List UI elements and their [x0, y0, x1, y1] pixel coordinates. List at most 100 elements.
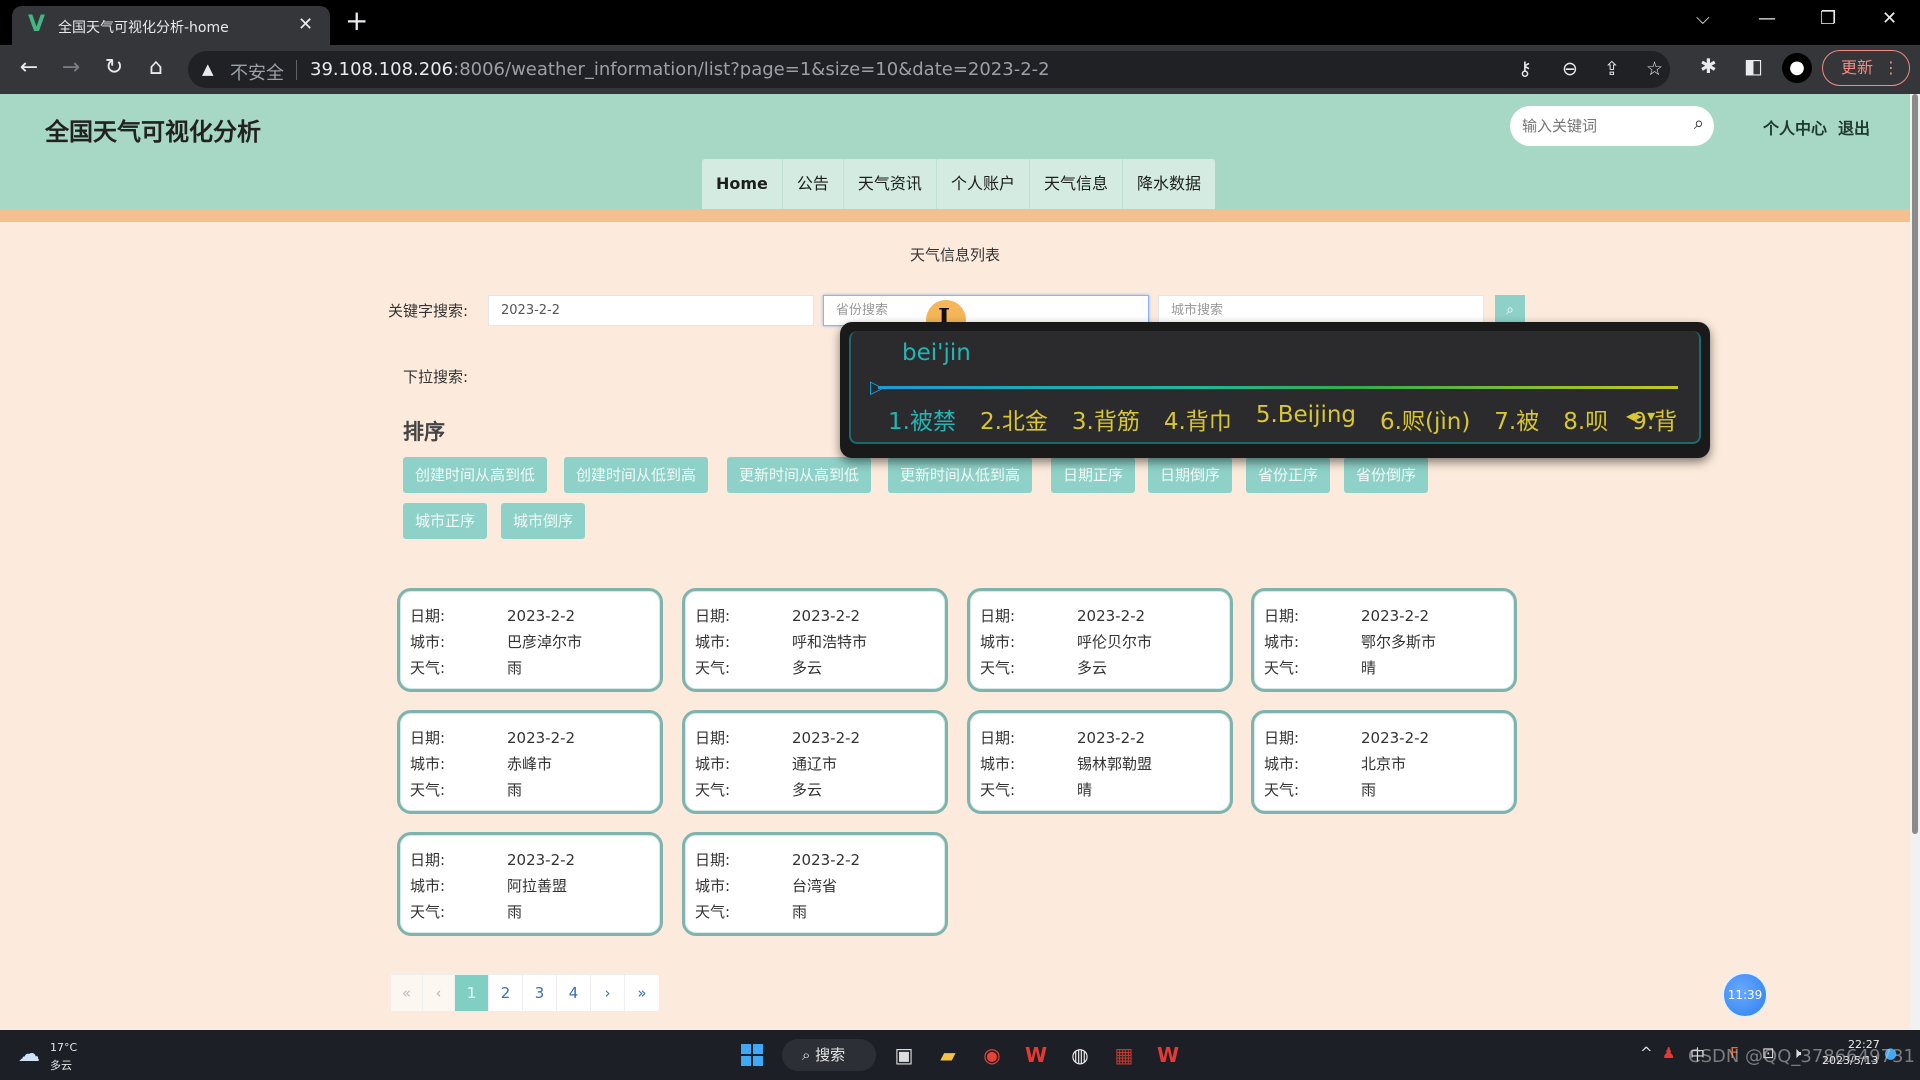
sidepanel-icon[interactable]: ◧	[1744, 54, 1763, 78]
security-label[interactable]: 不安全	[230, 59, 284, 85]
sort-city-desc[interactable]: 城市倒序	[501, 503, 586, 539]
app-icon[interactable]: ◍	[1066, 1041, 1094, 1069]
taskbar-search[interactable]: ⌕ 搜索	[782, 1039, 876, 1071]
logout-link[interactable]: 退出	[1838, 115, 1870, 139]
tab-search-icon[interactable]: ⌵	[1696, 8, 1710, 29]
next-page-button[interactable]: ›	[591, 975, 625, 1011]
first-page-button[interactable]: «	[391, 975, 423, 1011]
tray-overflow-icon[interactable]: ^	[1640, 1044, 1653, 1062]
browser-tab[interactable]: V 全国天气可视化分析-home ✕	[12, 6, 330, 45]
user-center-link[interactable]: 个人中心	[1763, 115, 1827, 139]
close-tab-icon[interactable]: ✕	[298, 14, 313, 35]
page-1-button[interactable]: 1	[455, 975, 489, 1011]
close-window-button[interactable]: ✕	[1882, 8, 1897, 29]
weather-card[interactable]: 日期: 2023-2-2 城市: 台湾省 天气: 雨	[682, 832, 948, 936]
sort-date-asc[interactable]: 日期正序	[1051, 457, 1136, 493]
card-date-value: 2023-2-2	[507, 851, 576, 869]
sort-date-desc[interactable]: 日期倒序	[1148, 457, 1233, 493]
nav-weather-info[interactable]: 天气信息	[1030, 159, 1123, 209]
ime-candidate[interactable]: 6.赆(jìn)	[1380, 402, 1470, 436]
card-weather-row: 天气: 多云	[695, 657, 822, 678]
minimize-button[interactable]: —	[1758, 8, 1776, 29]
sort-updated-asc[interactable]: 更新时间从低到高	[888, 457, 1033, 493]
nav-precipitation[interactable]: 降水数据	[1123, 159, 1215, 209]
ime-candidate[interactable]: 5.Beijing	[1256, 402, 1356, 436]
card-city-row: 城市: 巴彦淖尔市	[410, 631, 582, 652]
qq-tray-icon[interactable]: ♟	[1662, 1044, 1675, 1062]
weather-description[interactable]: 多云	[50, 1057, 72, 1073]
extensions-icon[interactable]: ✱	[1700, 54, 1717, 78]
task-view-icon[interactable]: ▣	[890, 1041, 918, 1069]
ime-candidate[interactable]: 3.背筋	[1072, 402, 1140, 436]
weather-temperature[interactable]: 17°C	[50, 1041, 77, 1054]
sort-updated-desc[interactable]: 更新时间从高到低	[727, 457, 872, 493]
prev-page-button[interactable]: ‹	[423, 975, 455, 1011]
profile-icon[interactable]: ●	[1782, 53, 1812, 83]
reload-icon[interactable]: ↻	[99, 55, 129, 80]
ime-candidate[interactable]: 4.背巾	[1164, 402, 1232, 436]
address-bar[interactable]: ▲ 不安全 39.108.108.206:8006/weather_inform…	[188, 51, 1670, 88]
ime-candidate[interactable]: 7.被	[1494, 402, 1539, 436]
update-button[interactable]: 更新 ⋮	[1822, 50, 1910, 86]
date-search-input[interactable]	[488, 295, 814, 326]
nav-personal-account[interactable]: 个人账户	[937, 159, 1030, 209]
header-search-input[interactable]	[1522, 114, 1682, 138]
url-text[interactable]: 39.108.108.206:8006/weather_information/…	[310, 59, 1050, 80]
floating-clock-widget[interactable]: 11:39	[1722, 972, 1768, 1018]
key-icon[interactable]: ⚷	[1518, 58, 1532, 80]
card-date-label: 日期:	[980, 729, 1016, 747]
wps-icon[interactable]: W	[1022, 1041, 1050, 1069]
forward-icon[interactable]: →	[56, 55, 86, 80]
file-explorer-icon[interactable]: ▰	[934, 1041, 962, 1069]
weather-card[interactable]: 日期: 2023-2-2 城市: 巴彦淖尔市 天气: 雨	[397, 588, 663, 692]
weather-card[interactable]: 日期: 2023-2-2 城市: 锡林郭勒盟 天气: 晴	[967, 710, 1233, 814]
weather-card[interactable]: 日期: 2023-2-2 城市: 赤峰市 天气: 雨	[397, 710, 663, 814]
weather-card[interactable]: 日期: 2023-2-2 城市: 阿拉善盟 天气: 雨	[397, 832, 663, 936]
weather-card[interactable]: 日期: 2023-2-2 城市: 呼伦贝尔市 天气: 多云	[967, 588, 1233, 692]
menu-icon[interactable]: ⋮	[1883, 51, 1899, 84]
ime-candidate[interactable]: 1.被禁	[888, 402, 956, 436]
weather-card[interactable]: 日期: 2023-2-2 城市: 呼和浩特市 天气: 多云	[682, 588, 948, 692]
windows-start-icon[interactable]	[741, 1044, 763, 1066]
card-city-label: 城市:	[695, 877, 731, 895]
nav-home[interactable]: Home	[702, 159, 783, 209]
winrar-icon[interactable]: ▦	[1110, 1041, 1138, 1069]
ime-candidate[interactable]: 2.北金	[980, 402, 1048, 436]
sort-province-asc[interactable]: 省份正序	[1246, 457, 1331, 493]
star-icon[interactable]: ☆	[1646, 58, 1663, 80]
zoom-out-icon[interactable]: ⊖	[1562, 58, 1578, 80]
scrollbar-thumb[interactable]	[1912, 94, 1918, 834]
wps-writer-icon[interactable]: W	[1154, 1041, 1182, 1069]
chrome-icon[interactable]: ◉	[978, 1041, 1006, 1069]
nav-weather-news[interactable]: 天气资讯	[844, 159, 937, 209]
sort-city-asc[interactable]: 城市正序	[403, 503, 488, 539]
ime-page-arrows[interactable]: ◂▸ ▾	[1626, 406, 1655, 425]
card-city-row: 城市: 赤峰市	[410, 753, 552, 774]
card-date-label: 日期:	[1264, 729, 1300, 747]
header-search: ⌕	[1510, 106, 1714, 146]
card-date-label: 日期:	[980, 607, 1016, 625]
weather-card[interactable]: 日期: 2023-2-2 城市: 鄂尔多斯市 天气: 晴	[1251, 588, 1517, 692]
restore-button[interactable]: ❐	[1820, 8, 1836, 29]
card-city-value: 锡林郭勒盟	[1077, 755, 1153, 773]
sort-created-asc[interactable]: 创建时间从低到高	[564, 457, 709, 493]
share-icon[interactable]: ⇪	[1604, 58, 1620, 80]
search-icon[interactable]: ⌕	[1694, 113, 1704, 134]
nav-announcements[interactable]: 公告	[783, 159, 844, 209]
page-2-button[interactable]: 2	[489, 975, 523, 1011]
last-page-button[interactable]: »	[625, 975, 659, 1011]
new-tab-button[interactable]: +	[345, 6, 368, 36]
weather-card[interactable]: 日期: 2023-2-2 城市: 通辽市 天气: 多云	[682, 710, 948, 814]
card-weather-label: 天气:	[1264, 781, 1300, 799]
page-4-button[interactable]: 4	[557, 975, 591, 1011]
sort-created-desc[interactable]: 创建时间从高到低	[403, 457, 548, 493]
weather-cloud-icon[interactable]: ☁	[18, 1042, 40, 1067]
ime-candidate[interactable]: 8.呗	[1563, 402, 1608, 436]
warning-icon[interactable]: ▲	[202, 60, 214, 78]
sort-province-desc[interactable]: 省份倒序	[1344, 457, 1429, 493]
weather-card[interactable]: 日期: 2023-2-2 城市: 北京市 天气: 雨	[1251, 710, 1517, 814]
page-scrollbar[interactable]	[1910, 94, 1920, 1030]
home-icon[interactable]: ⌂	[141, 55, 171, 80]
page-3-button[interactable]: 3	[523, 975, 557, 1011]
back-icon[interactable]: ←	[14, 55, 44, 80]
